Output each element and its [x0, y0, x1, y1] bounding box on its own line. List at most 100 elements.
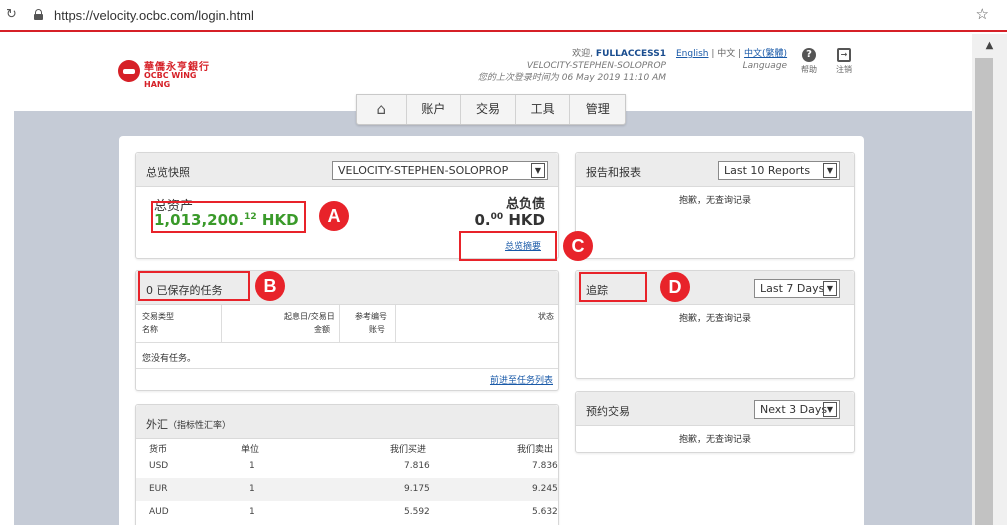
liab-cents: 00	[490, 212, 504, 222]
chevron-down-icon: ▼	[531, 163, 545, 178]
tracking-select-value: Last 7 Days	[760, 282, 825, 295]
logout-icon: →	[837, 48, 851, 62]
fx-sell: 5.632	[532, 507, 558, 517]
lang-simplified[interactable]: 中文	[717, 49, 735, 59]
logo-en-text: OCBC WING HANG	[144, 71, 197, 89]
fx-currency: USD	[149, 461, 169, 471]
annotation-box-c	[459, 231, 557, 261]
annotation-box-b	[138, 271, 250, 301]
account-select[interactable]: VELOCITY-STEPHEN-SOLOPROP ▼	[332, 161, 548, 180]
bookmark-star-icon[interactable]: ☆	[976, 5, 989, 23]
col-account: 账号	[369, 325, 385, 334]
fx-table-header: 货币 单位 我们买进 我们卖出	[136, 439, 558, 455]
annotation-badge-d: D	[660, 272, 690, 302]
help-button[interactable]: ? 帮助	[794, 48, 824, 75]
fx-row: EUR 1 9.175 9.245	[136, 478, 558, 501]
nav-accounts[interactable]: 账户	[407, 95, 462, 124]
language-switcher: English | 中文 | 中文(繁體) Language	[676, 48, 787, 72]
fx-col-sell: 我们卖出	[517, 445, 554, 455]
col-status: 状态	[538, 312, 554, 321]
col-name: 名称	[142, 325, 158, 334]
chevron-down-icon: ▼	[823, 402, 837, 417]
tracking-empty: 抱歉，无查询记录	[678, 314, 751, 324]
fx-currency: AUD	[149, 507, 169, 517]
fx-buy: 5.592	[404, 507, 430, 517]
fx-col-buy: 我们买进	[390, 445, 427, 455]
nav-admin[interactable]: 管理	[570, 95, 625, 124]
reports-select-value: Last 10 Reports	[724, 164, 811, 177]
account-name: VELOCITY-STEPHEN-SOLOPROP	[526, 61, 666, 71]
nav-transactions[interactable]: 交易	[461, 95, 516, 124]
lang-separator: |	[708, 49, 718, 59]
nav-tools[interactable]: 工具	[516, 95, 571, 124]
fx-currency: EUR	[149, 484, 168, 494]
fx-unit: 1	[249, 484, 255, 494]
col-ref: 参考编号	[355, 312, 387, 321]
logo-mark-icon	[118, 60, 140, 82]
lang-traditional-link[interactable]: 中文(繁體)	[744, 49, 787, 59]
scheduled-empty: 抱歉，无查询记录	[678, 435, 751, 445]
reports-title: 报告和报表	[586, 166, 641, 179]
no-tasks-message: 您没有任务。	[136, 343, 558, 369]
lang-english-link[interactable]: English	[676, 49, 709, 59]
user-info: 欢迎, FULLACCESS1 VELOCITY-STEPHEN-SOLOPRO…	[470, 48, 666, 84]
last-login: 您的上次登录时间为 06 May 2019 11:10 AM	[477, 73, 666, 83]
fx-col-currency: 货币	[149, 445, 168, 455]
reports-empty: 抱歉，无查询记录	[678, 196, 751, 206]
address-bar[interactable]: https://velocity.ocbc.com/login.html	[54, 8, 254, 23]
page-scrollbar[interactable]: ▲	[972, 34, 1007, 525]
lang-separator: |	[735, 49, 745, 59]
help-icon: ?	[802, 48, 816, 62]
fx-sell: 7.836	[532, 461, 558, 471]
welcome-label: 欢迎,	[572, 49, 594, 59]
help-label: 帮助	[801, 65, 817, 74]
fx-buy: 9.175	[404, 484, 430, 494]
fx-row: AUD 1 5.592 5.632	[136, 501, 558, 524]
reports-select[interactable]: Last 10 Reports ▼	[718, 161, 840, 180]
fx-title-text: 外汇	[146, 418, 168, 431]
logout-button[interactable]: → 注销	[829, 48, 859, 75]
scheduled-select-value: Next 3 Days	[760, 403, 828, 416]
dashboard: 总览快照 VELOCITY-STEPHEN-SOLOPROP ▼ 总资产 1,0…	[119, 136, 864, 525]
col-amount: 金额	[314, 325, 330, 334]
reload-icon[interactable]: ↻	[6, 7, 17, 22]
ocbc-logo[interactable]: 華僑永亨銀行 OCBC WING HANG	[118, 58, 218, 89]
username: FULLACCESS1	[595, 49, 666, 59]
total-liabilities-label: 总负债	[505, 197, 545, 212]
liab-main: 0.	[474, 211, 491, 229]
annotation-box-a	[151, 201, 306, 233]
scheduled-select[interactable]: Next 3 Days ▼	[754, 400, 840, 419]
logout-label: 注销	[836, 65, 852, 74]
main-nav: ⌂ 账户 交易 工具 管理	[356, 94, 626, 125]
nav-home[interactable]: ⌂	[357, 95, 407, 124]
col-date: 起息日/交易日	[284, 312, 335, 321]
annotation-badge-a: A	[319, 201, 349, 231]
col-type: 交易类型	[142, 312, 174, 321]
annotation-badge-c: C	[563, 231, 593, 261]
home-icon: ⌂	[376, 100, 387, 118]
language-caption: Language	[742, 61, 788, 71]
fx-unit: 1	[249, 507, 255, 517]
reports-panel: 报告和报表 Last 10 Reports ▼ 抱歉，无查询记录	[575, 152, 855, 259]
account-select-value: VELOCITY-STEPHEN-SOLOPROP	[338, 164, 509, 177]
total-liabilities-value: 0.00 HKD	[474, 211, 545, 229]
fx-unit: 1	[249, 461, 255, 471]
lock-icon	[34, 9, 43, 20]
scroll-up-icon[interactable]: ▲	[972, 40, 1007, 51]
scrollbar-thumb[interactable]	[975, 58, 993, 525]
site-header: 華僑永亨銀行 OCBC WING HANG 欢迎, FULLACCESS1 VE…	[0, 34, 972, 100]
annotation-box-d	[579, 272, 647, 302]
tracking-select[interactable]: Last 7 Days ▼	[754, 279, 840, 298]
tasks-table-header: 交易类型 名称 起息日/交易日 金额 参考编号 账号 状态	[136, 305, 558, 343]
chevron-down-icon: ▼	[823, 281, 837, 296]
fx-title: 外汇（指标性汇率）	[146, 416, 231, 432]
scheduled-title: 预约交易	[586, 405, 630, 418]
liab-currency: HKD	[503, 211, 545, 229]
go-to-tasks-link[interactable]: 前进至任务列表	[490, 373, 553, 386]
fx-sell: 9.245	[532, 484, 558, 494]
fx-panel: 外汇（指标性汇率） 货币 单位 我们买进 我们卖出 USD 1 7.816 7.…	[135, 404, 559, 525]
fx-row: USD 1 7.816 7.836	[136, 455, 558, 478]
fx-buy: 7.816	[404, 461, 430, 471]
browser-toolbar: ↻ https://velocity.ocbc.com/login.html ☆	[0, 0, 1007, 32]
fx-title-note: （指标性汇率）	[168, 421, 232, 431]
